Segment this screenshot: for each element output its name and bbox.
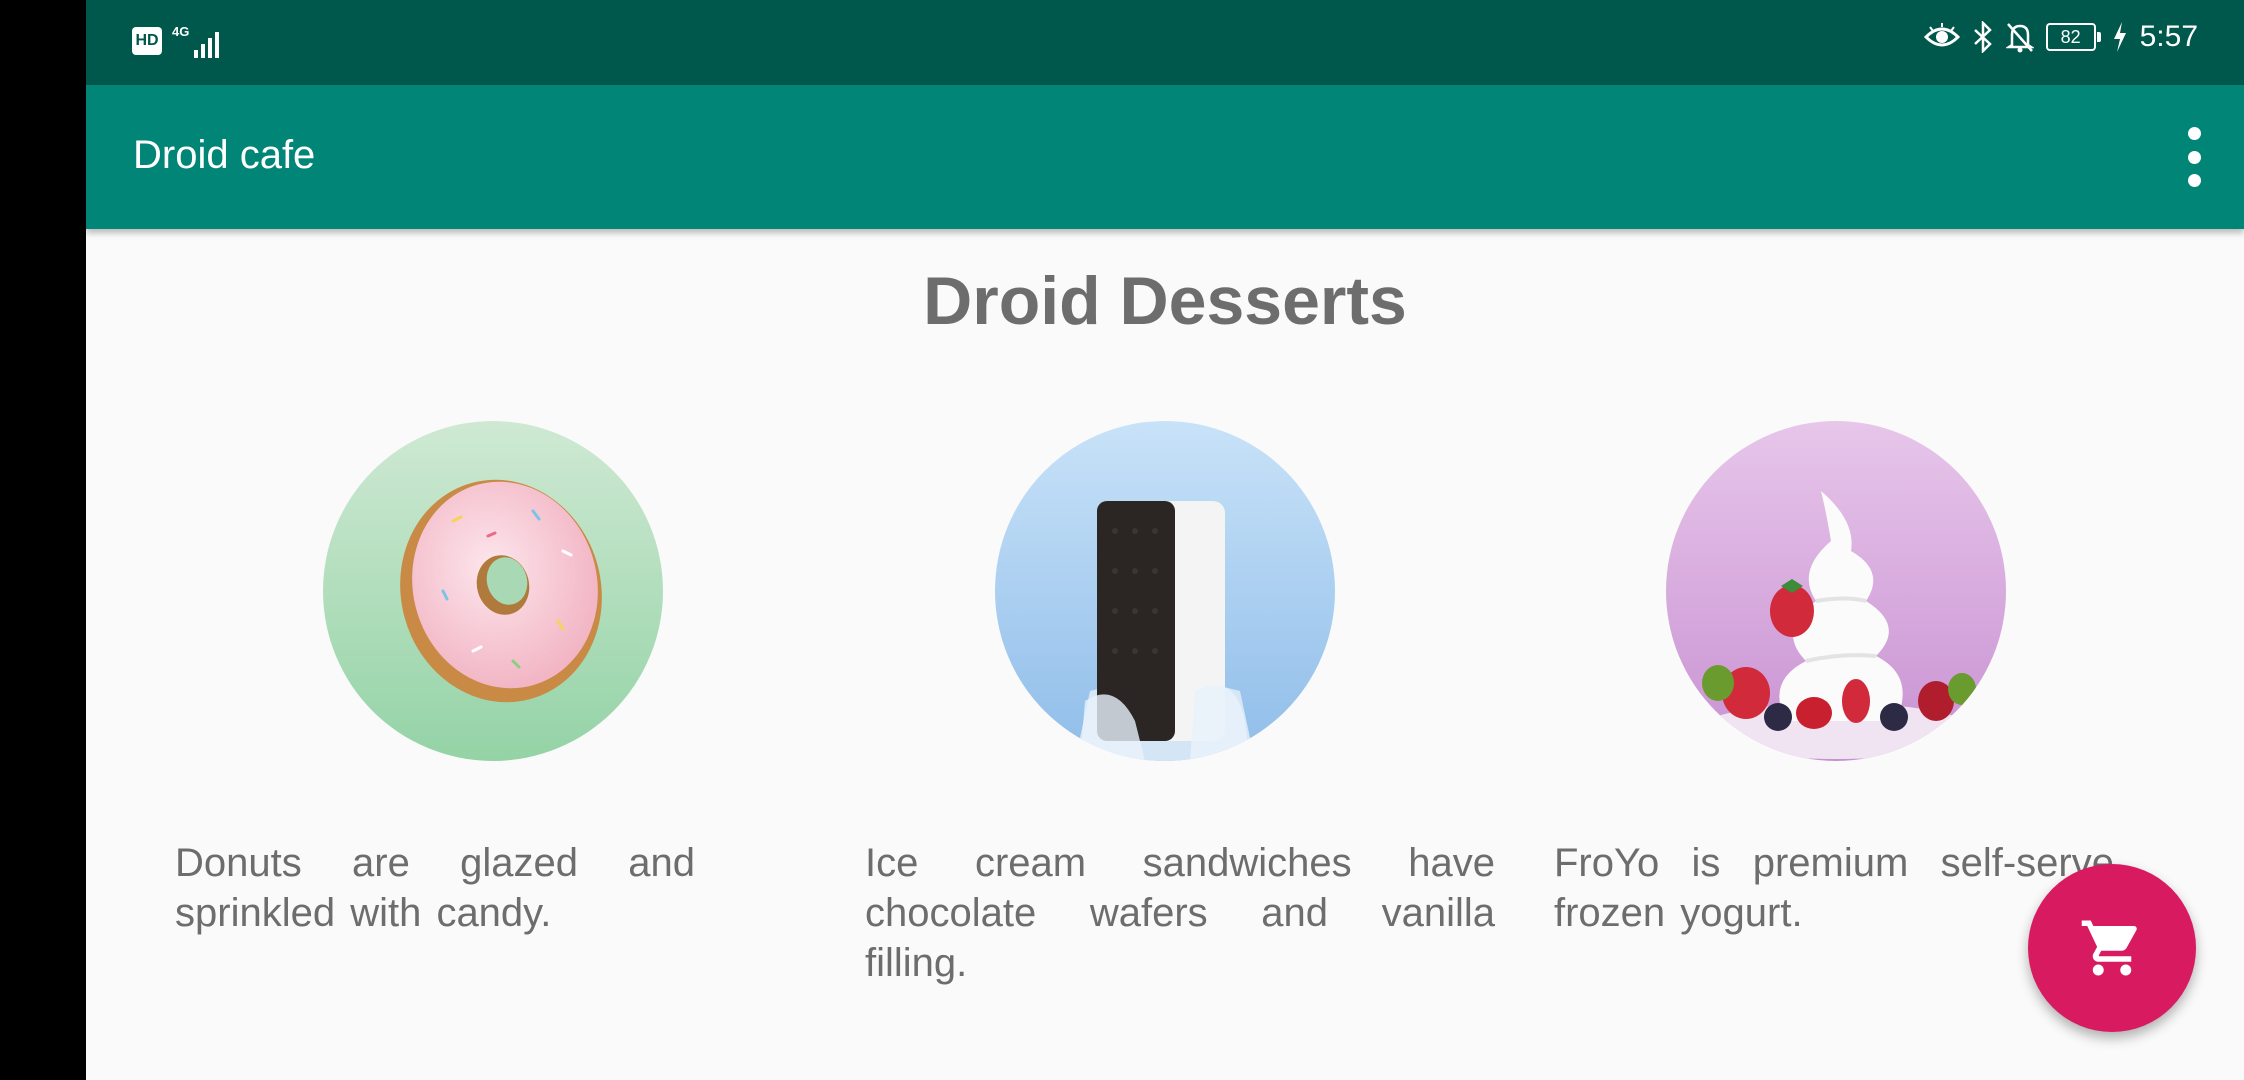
ice-cream-sandwich-description[interactable]: Ice cream sandwiches have chocolate wafe…	[865, 838, 1495, 988]
eye-icon	[1923, 23, 1960, 47]
app-screen: HD 4G 82 5:57 Droid cafe Droid Desserts …	[86, 0, 2244, 1080]
more-vert-icon[interactable]	[2184, 127, 2204, 187]
shopping-cart-button[interactable]	[2028, 864, 2196, 1032]
screen-cutout	[0, 0, 86, 1080]
signal-icon: 4G	[172, 24, 220, 58]
froyo-image[interactable]	[1666, 421, 2006, 761]
notifications-off-icon	[2005, 23, 2034, 53]
page-heading: Droid Desserts	[923, 263, 1407, 339]
bluetooth-icon	[1973, 21, 1992, 53]
shopping-cart-icon	[2081, 920, 2137, 976]
charging-icon	[2113, 22, 2126, 52]
network-type: 4G	[172, 24, 190, 39]
status-left: HD 4G	[132, 24, 220, 58]
app-title: Droid cafe	[133, 133, 316, 177]
hd-badge: HD	[132, 27, 162, 55]
donut-description[interactable]: Donuts are glazed and sprinkled with can…	[175, 838, 695, 938]
donut-image[interactable]	[323, 421, 663, 761]
ice-cream-sandwich-image[interactable]	[995, 421, 1335, 761]
status-bar: HD 4G 82 5:57	[86, 0, 2244, 85]
clock: 5:57	[2139, 20, 2198, 53]
status-right: 82 5:57	[1923, 20, 2198, 54]
froyo-description[interactable]: FroYo is premium self-serve frozen yogur…	[1554, 838, 2114, 938]
app-bar: Droid cafe	[86, 85, 2244, 229]
battery-icon: 82	[2045, 23, 2101, 51]
